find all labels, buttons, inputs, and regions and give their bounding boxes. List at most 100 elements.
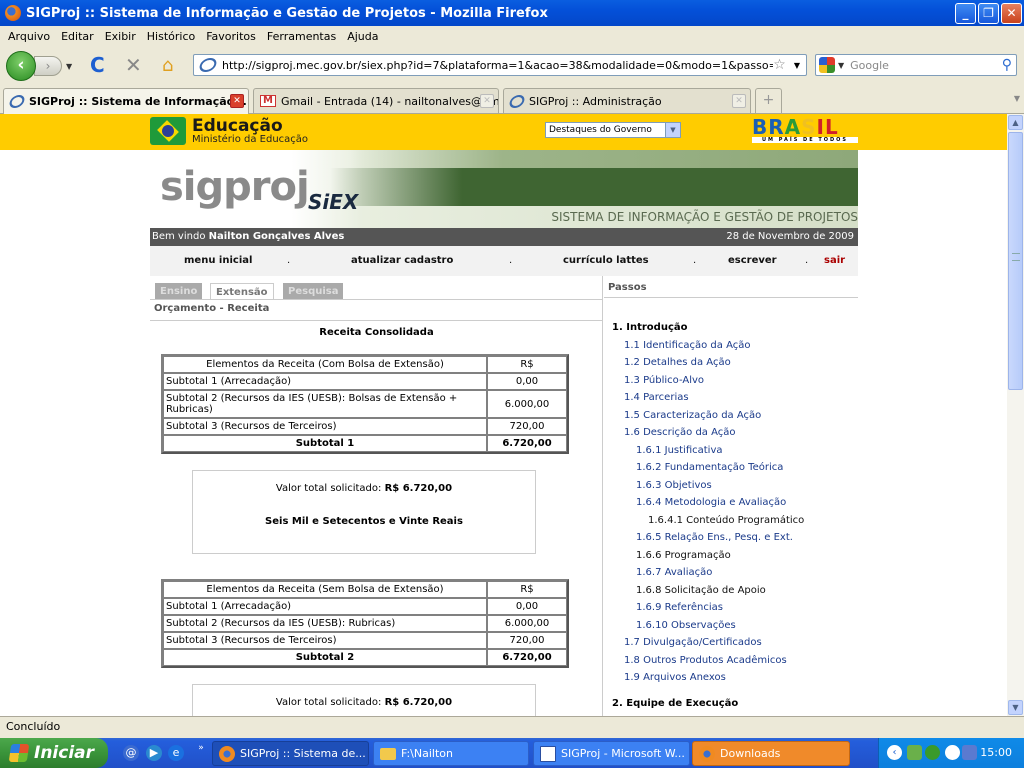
main-content: Ensino Extensão Pesquisa Orçamento - Rec… [150, 276, 603, 716]
menu-exibir[interactable]: Exibir [105, 30, 136, 43]
menu-historico[interactable]: Histórico [147, 30, 195, 43]
menu-arquivo[interactable]: Arquivo [8, 30, 50, 43]
passos-link[interactable]: 1.4 Parcerias [624, 392, 689, 403]
passos-link[interactable]: 1.6.1 Justificativa [636, 445, 723, 456]
quicklaunch-ie-icon[interactable]: e [168, 745, 184, 761]
search-engine-dropdown-icon[interactable]: ▼ [838, 61, 844, 70]
passos-link[interactable]: 1.1 Identificação da Ação [624, 340, 750, 351]
system-name: SISTEMA DE INFORMAÇÃO E GESTÃO DE PROJET… [551, 210, 858, 224]
start-button[interactable]: Iniciar [0, 738, 108, 768]
menu-editar[interactable]: Editar [61, 30, 94, 43]
home-icon[interactable]: ⌂ [162, 55, 173, 76]
menu-ferramentas[interactable]: Ferramentas [267, 30, 336, 43]
tab-list-dropdown-icon[interactable]: ▼ [1014, 94, 1020, 103]
destaques-select[interactable]: Destaques do Governo ▼ [545, 122, 681, 138]
restore-button[interactable]: ❐ [978, 3, 999, 24]
table-header: Elementos da Receita (Com Bolsa de Exten… [163, 356, 567, 373]
search-icon[interactable]: ⚲ [1002, 57, 1012, 73]
status-text: Concluído [6, 720, 61, 733]
passos-link[interactable]: 1.9 Arquivos Anexos [624, 672, 726, 683]
nav-escrever[interactable]: escrever [728, 255, 777, 266]
passos-link[interactable]: 1.6.7 Avaliação [636, 567, 712, 578]
new-tab-button[interactable]: + [755, 88, 782, 113]
welcome-prefix: Bem vindo [152, 231, 206, 242]
search-input[interactable]: Google [850, 59, 889, 72]
menu-favoritos[interactable]: Favoritos [206, 30, 256, 43]
menu-ajuda[interactable]: Ajuda [347, 30, 378, 43]
tab-bar: SIGProj :: Sistema de Informação... ✕ M … [0, 86, 1024, 114]
tab-sigproj-sistema[interactable]: SIGProj :: Sistema de Informação... ✕ [3, 88, 249, 114]
destaques-value: Destaques do Governo [549, 125, 652, 135]
nav-menu-inicial[interactable]: menu inicial [184, 255, 252, 266]
tray-network-icon[interactable] [907, 745, 922, 760]
scroll-up-icon[interactable]: ▲ [1008, 115, 1023, 130]
user-name: Nailton Gonçalves Alves [208, 231, 345, 242]
quicklaunch-media-player-icon[interactable]: ▶ [146, 745, 162, 761]
show-hidden-icons-button[interactable]: ‹ [887, 745, 902, 760]
close-tab-icon[interactable]: ✕ [480, 94, 494, 108]
taskbar-item-firefox[interactable]: SIGProj :: Sistema de... [212, 741, 369, 766]
passos-link[interactable]: 1.2 Detalhes da Ação [624, 357, 731, 368]
tab-gmail[interactable]: M Gmail - Entrada (14) - nailtonalves@gm… [253, 88, 499, 113]
nav-curriculo-lattes[interactable]: currículo lattes [563, 255, 649, 266]
passos-section[interactable]: 2. Equipe de Execução [612, 698, 738, 709]
back-button[interactable]: ‹ [6, 51, 36, 81]
vertical-scrollbar[interactable]: ▲ ▼ [1007, 114, 1024, 716]
passos-link[interactable]: 1.6.8 Solicitação de Apoio [636, 585, 766, 596]
history-dropdown-icon[interactable]: ▼ [66, 62, 72, 71]
url-dropdown-icon[interactable]: ▼ [794, 61, 800, 70]
tab-ensino[interactable]: Ensino [155, 283, 203, 300]
quicklaunch-more-icon[interactable]: » [193, 740, 209, 756]
tab-extensao[interactable]: Extensão [210, 283, 274, 300]
passos-link[interactable]: 1.6.6 Programação [636, 550, 731, 561]
close-button[interactable]: ✕ [1001, 3, 1022, 24]
taskbar-item-downloads[interactable]: Downloads [692, 741, 850, 766]
tray-avast-icon[interactable] [945, 745, 960, 760]
tab-sigproj-administracao[interactable]: SIGProj :: Administração ✕ [503, 88, 751, 113]
taskbar-item-word[interactable]: SIGProj - Microsoft W... [533, 741, 690, 766]
close-tab-icon[interactable]: ✕ [732, 94, 746, 108]
close-tab-icon[interactable]: ✕ [230, 94, 244, 108]
reload-icon[interactable]: C [90, 53, 105, 77]
tray-app-icon[interactable] [925, 745, 940, 760]
scroll-down-icon[interactable]: ▼ [1008, 700, 1023, 715]
bookmark-star-icon[interactable]: ☆ [773, 57, 786, 73]
stop-icon[interactable]: ✕ [125, 53, 142, 77]
firefox-icon [699, 745, 715, 762]
tray-connection-icon[interactable] [962, 745, 977, 760]
quicklaunch-outlook-icon[interactable]: @ [123, 745, 139, 761]
passos-link[interactable]: 1.6.9 Referências [636, 602, 723, 613]
passos-link[interactable]: 1.6.5 Relação Ens., Pesq. e Ext. [636, 532, 793, 543]
passos-link[interactable]: 1.6.10 Observações [636, 620, 736, 631]
nav-separator: . [509, 255, 513, 266]
google-icon[interactable] [819, 57, 835, 73]
sigproj-banner: sigproj SiEX SISTEMA DE INFORMAÇÃO E GES… [150, 150, 858, 228]
minimize-button[interactable]: _ [955, 3, 976, 24]
brazil-flag-icon [150, 117, 186, 145]
system-tray: ‹ 15:00 [878, 738, 1024, 768]
clock[interactable]: 15:00 [980, 746, 1012, 759]
passos-link[interactable]: 1.6 Descrição da Ação [624, 427, 736, 438]
nav-sair[interactable]: sair [824, 255, 845, 266]
passos-link[interactable]: 1.6.2 Fundamentação Teórica [636, 462, 783, 473]
passos-link[interactable]: 1.6.3 Objetivos [636, 480, 712, 491]
passos-link[interactable]: 1.3 Público-Alvo [624, 375, 704, 386]
breadcrumb: Orçamento - Receita [154, 303, 270, 314]
forward-button[interactable]: › [34, 56, 62, 76]
passos-link[interactable]: 1.6.4.1 Conteúdo Programático [648, 515, 804, 526]
chevron-down-icon[interactable]: ▼ [665, 123, 680, 137]
url-bar[interactable]: http://sigproj.mec.gov.br/siex.php?id=7&… [193, 54, 807, 76]
url-text[interactable]: http://sigproj.mec.gov.br/siex.php?id=7&… [222, 59, 773, 72]
passos-link[interactable]: 1.7 Divulgação/Certificados [624, 637, 762, 648]
passos-link[interactable]: 1.6.4 Metodologia e Avaliação [636, 497, 786, 508]
nav-atualizar-cadastro[interactable]: atualizar cadastro [351, 255, 453, 266]
brasil-logo[interactable]: BRASIL UM PAÍS DE TODOS [752, 117, 858, 147]
passos-section[interactable]: 1. Introdução [612, 322, 687, 333]
passos-link[interactable]: 1.5 Caracterização da Ação [624, 410, 761, 421]
taskbar-item-folder[interactable]: F:\Nailton [373, 741, 529, 766]
folder-icon [380, 747, 396, 760]
scrollbar-thumb[interactable] [1008, 132, 1023, 390]
passos-link[interactable]: 1.8 Outros Produtos Acadêmicos [624, 655, 787, 666]
tab-pesquisa[interactable]: Pesquisa [283, 283, 344, 300]
search-bar[interactable]: ▼ Google ⚲ [815, 54, 1017, 76]
